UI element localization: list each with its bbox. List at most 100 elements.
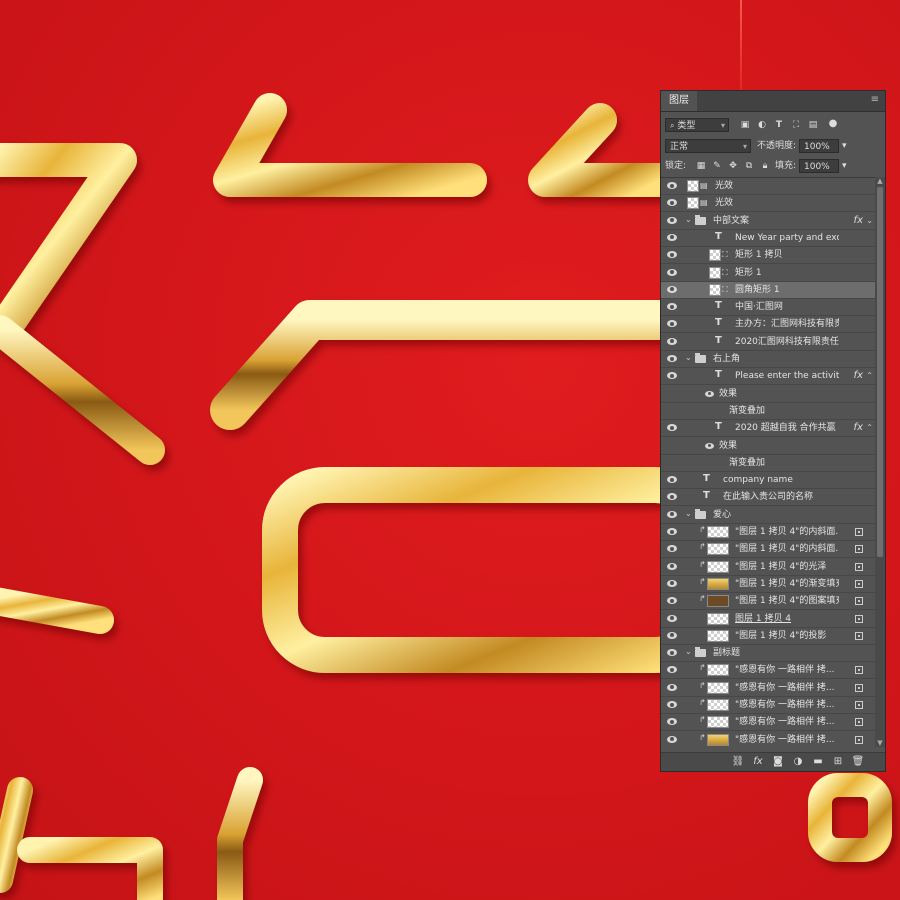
shape-filter-icon[interactable]: ⛶ — [790, 119, 802, 131]
visibility-eye-icon[interactable] — [667, 476, 677, 484]
layer-row[interactable]: ↱ "图层 1 拷贝 4"的内斜面... — [661, 524, 875, 541]
layer-row[interactable]: T 2020 超越自我 合作共赢 再... fx⌃ — [661, 420, 875, 438]
visibility-eye-icon[interactable] — [667, 424, 677, 432]
visibility-eye-icon[interactable] — [667, 597, 677, 605]
panel-menu-icon[interactable]: ≡ — [871, 94, 879, 105]
effects-toggle-icon[interactable]: ⌃ — [866, 368, 873, 384]
lock-all-icon[interactable]: 🔒︎ — [759, 160, 771, 172]
layer-row[interactable]: ↱ "图层 1 拷贝 4"的图案填充 — [661, 593, 875, 611]
visibility-eye-icon[interactable] — [667, 337, 677, 345]
lock-position-icon[interactable]: ✥ — [727, 160, 739, 172]
filter-toggle-icon[interactable]: ● — [827, 118, 839, 130]
visibility-eye-icon[interactable] — [667, 701, 677, 708]
layer-row[interactable]: T 在此输入贵公司的名称 — [661, 489, 875, 507]
layer-row[interactable]: 图层 1 拷贝 4 — [661, 611, 875, 628]
layer-row[interactable]: T 主办方：汇图网科技有限责任... — [661, 316, 875, 334]
add-mask-icon[interactable]: ◙ — [771, 755, 785, 769]
layer-row[interactable]: ↱ "图层 1 拷贝 4"的渐变填充 — [661, 576, 875, 593]
layer-row[interactable]: 效果 — [661, 386, 875, 403]
filter-kind-select[interactable]: ⌕ 类型 ▾ — [665, 118, 729, 132]
type-filter-icon[interactable]: T — [773, 119, 785, 131]
lock-image-icon[interactable]: ✎ — [711, 160, 723, 172]
layer-effects-icon[interactable]: fx — [854, 213, 863, 229]
link-layers-icon[interactable]: ⛓ — [731, 755, 745, 769]
layer-row[interactable]: ↱ "图层 1 拷贝 4"的内斜面... — [661, 541, 875, 559]
layer-row[interactable]: "图层 1 拷贝 4"的投影 — [661, 628, 875, 645]
effects-toggle-icon[interactable]: ⌄ — [866, 213, 873, 229]
visibility-eye-icon[interactable] — [667, 649, 677, 657]
visibility-eye-icon[interactable] — [667, 199, 677, 207]
visibility-eye-icon[interactable] — [667, 718, 677, 726]
layer-effects-icon[interactable]: fx — [854, 368, 863, 384]
visibility-eye-icon[interactable] — [667, 735, 677, 743]
lock-transparency-icon[interactable]: ▦ — [695, 160, 707, 172]
image-filter-icon[interactable]: ▣ — [739, 119, 751, 131]
scroll-up-icon[interactable]: ▲ — [876, 177, 884, 185]
expand-chevron-icon[interactable]: ⌄ — [685, 353, 692, 362]
layer-row[interactable]: T New Year party and excellent staf... — [661, 230, 875, 247]
effects-toggle-icon[interactable]: ⌃ — [866, 420, 873, 436]
layer-row[interactable]: ↱ "感恩有你 一路相伴 拷... — [661, 714, 875, 732]
layer-row[interactable]: 渐变叠加 — [661, 403, 875, 420]
expand-chevron-icon[interactable]: ⌄ — [685, 215, 692, 224]
visibility-eye-icon[interactable] — [667, 251, 677, 259]
layer-row[interactable]: Tcompany name — [661, 472, 875, 490]
layer-row[interactable]: T 2020汇图网科技有限责任公司... — [661, 334, 875, 351]
scroll-down-icon[interactable]: ▼ — [876, 739, 884, 747]
layer-row[interactable]: ↱ "图层 1 拷贝 4"的光泽 — [661, 559, 875, 576]
opacity-input[interactable]: 100% — [799, 139, 839, 153]
layer-effects-icon[interactable]: fx — [854, 420, 863, 436]
visibility-eye-icon[interactable] — [667, 579, 677, 587]
layer-row[interactable]: ⌄ 副标题 — [661, 645, 875, 663]
visibility-eye-icon[interactable] — [667, 666, 677, 674]
expand-chevron-icon[interactable]: ⌄ — [685, 647, 692, 656]
layer-row[interactable]: ↱ "感恩有你 一路相伴 拷... — [661, 732, 875, 748]
visibility-eye-icon[interactable] — [667, 510, 677, 518]
visibility-eye-icon[interactable] — [667, 631, 677, 639]
smart-object-filter-icon[interactable]: ▤ — [807, 119, 819, 131]
layer-row[interactable]: 渐变叠加 — [661, 455, 875, 472]
visibility-eye-icon[interactable] — [667, 562, 677, 570]
visibility-eye-icon[interactable] — [667, 233, 677, 241]
layer-row[interactable]: T Please enter the activity detail... fx⌃ — [661, 368, 875, 386]
blend-mode-select[interactable]: 正常 ▾ — [665, 139, 751, 153]
layer-row[interactable]: ⌄ 右上角 — [661, 351, 875, 368]
effects-visibility-icon[interactable] — [705, 390, 714, 397]
opacity-dropdown-icon[interactable]: ▾ — [842, 139, 847, 153]
layer-row[interactable]: ↱ "感恩有你 一路相伴 拷... — [661, 680, 875, 697]
new-adjustment-icon[interactable]: ◑ — [791, 755, 805, 769]
scrollbar-thumb[interactable] — [877, 187, 883, 557]
visibility-eye-icon[interactable] — [667, 545, 677, 553]
visibility-eye-icon[interactable] — [667, 268, 677, 276]
fill-dropdown-icon[interactable]: ▾ — [842, 159, 847, 173]
new-group-icon[interactable]: ▬ — [811, 755, 825, 769]
tab-layers[interactable]: 图层 — [661, 91, 697, 111]
visibility-eye-icon[interactable] — [667, 303, 677, 311]
effects-visibility-icon[interactable] — [705, 442, 714, 449]
layer-row[interactable]: 效果 — [661, 438, 875, 455]
layer-row[interactable]: T 中国·汇图网 — [661, 299, 875, 317]
visibility-eye-icon[interactable] — [667, 216, 677, 224]
layer-row[interactable]: ▤ 光效 — [661, 178, 875, 195]
visibility-eye-icon[interactable] — [667, 372, 677, 380]
visibility-eye-icon[interactable] — [667, 614, 677, 622]
new-layer-icon[interactable]: ⊞ — [831, 755, 845, 769]
expand-chevron-icon[interactable]: ⌄ — [685, 509, 692, 518]
add-style-icon[interactable]: fx — [751, 755, 765, 769]
layer-row[interactable]: ⛶ 圆角矩形 1 — [661, 281, 875, 299]
layer-row[interactable]: ▤ 光效 — [661, 195, 875, 213]
visibility-eye-icon[interactable] — [667, 528, 677, 535]
lock-artboard-icon[interactable]: ⧉ — [743, 160, 755, 172]
visibility-eye-icon[interactable] — [667, 320, 677, 328]
visibility-eye-icon[interactable] — [667, 285, 677, 293]
adjustment-filter-icon[interactable]: ◐ — [756, 119, 768, 131]
layer-row[interactable]: ⛶ 矩形 1 — [661, 265, 875, 282]
delete-layer-icon[interactable]: 🗑︎ — [851, 755, 865, 769]
visibility-eye-icon[interactable] — [667, 683, 677, 691]
layer-row[interactable]: ↱ "感恩有你 一路相伴 拷... — [661, 697, 875, 714]
fill-input[interactable]: 100% — [799, 159, 839, 173]
layer-row[interactable]: ⌄ 中部文案 fx ⌄ — [661, 213, 875, 230]
layer-row[interactable]: ↱ "感恩有你 一路相伴 拷... — [661, 662, 875, 680]
layer-row[interactable]: ⛶ 矩形 1 拷贝 — [661, 247, 875, 265]
visibility-eye-icon[interactable] — [667, 182, 677, 189]
